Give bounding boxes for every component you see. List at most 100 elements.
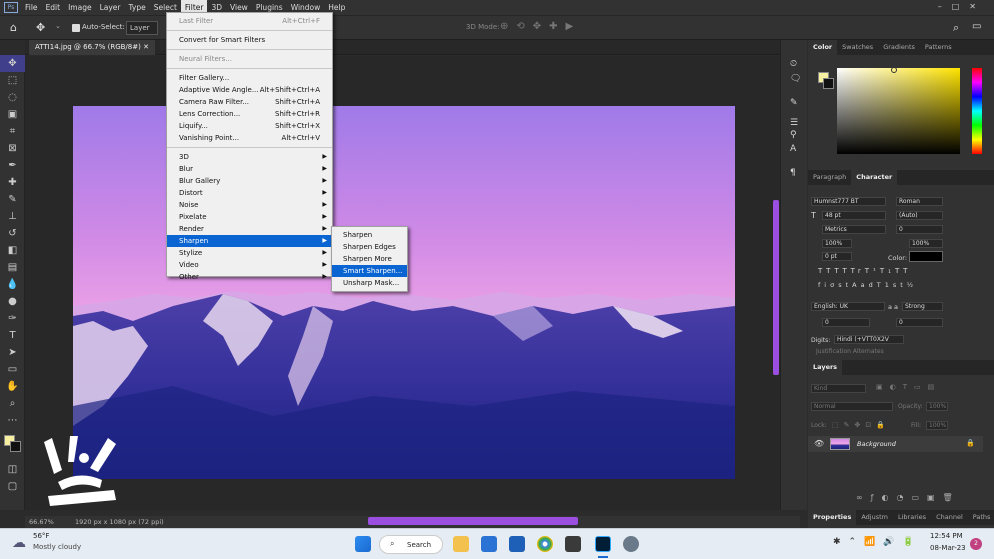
- filter-menu-item-lens-correction[interactable]: Lens Correction... Shift+Ctrl+R: [167, 108, 332, 120]
- tab-gradients[interactable]: Gradients: [878, 40, 920, 55]
- taskbar-search[interactable]: ⌕ Search: [379, 535, 443, 554]
- filter-menu-item-convert-for-smart-filters[interactable]: Convert for Smart Filters: [167, 34, 332, 46]
- clock-date[interactable]: 08-Mar-23: [930, 544, 966, 552]
- menu-type[interactable]: Type: [125, 0, 150, 15]
- clock-time[interactable]: 12:54 PM: [930, 532, 963, 540]
- comments-icon[interactable]: 🗨: [790, 74, 801, 84]
- eraser-tool-icon[interactable]: ◧: [0, 242, 25, 259]
- weather-desc[interactable]: Mostly cloudy: [33, 543, 81, 551]
- workspace-icon[interactable]: ▭: [972, 21, 981, 32]
- blend-mode-select[interactable]: Normal: [811, 402, 893, 411]
- tab-paths[interactable]: Paths: [968, 510, 994, 525]
- filter-menu-item-blur-gallery[interactable]: Blur Gallery ▶: [167, 175, 332, 187]
- path-select-tool-icon[interactable]: ➤: [0, 344, 25, 361]
- background-swatch[interactable]: [823, 78, 834, 89]
- photoshop-taskbar-icon[interactable]: [595, 536, 611, 552]
- zoom-level[interactable]: 66.67%: [29, 518, 54, 526]
- tab-character[interactable]: Character: [851, 170, 898, 185]
- horizontal-scale-field[interactable]: 100%: [909, 239, 943, 248]
- filter-menu-item-blur[interactable]: Blur ▶: [167, 163, 332, 175]
- more-tools-icon[interactable]: ⋯: [0, 412, 25, 429]
- media-app-icon[interactable]: [565, 536, 581, 552]
- filter-menu-item-filter-gallery[interactable]: Filter Gallery...: [167, 72, 332, 84]
- auto-select-checkbox[interactable]: [72, 24, 80, 32]
- filter-menu-item-other[interactable]: Other ▶: [167, 271, 332, 283]
- shape-tool-icon[interactable]: ▭: [0, 361, 25, 378]
- menu-edit[interactable]: Edit: [42, 0, 65, 15]
- filter-menu-item-pixelate[interactable]: Pixelate ▶: [167, 211, 332, 223]
- blur-tool-icon[interactable]: 💧: [0, 276, 25, 293]
- sharpen-item-sharpen[interactable]: Sharpen: [332, 229, 407, 241]
- document-tab[interactable]: ATTI14.jpg @ 66.7% (RGB/8#) ✕: [29, 40, 155, 55]
- healing-brush-icon[interactable]: ✚: [0, 174, 25, 191]
- window-controls[interactable]: –□✕: [938, 2, 986, 11]
- filter-menu-item-sharpen[interactable]: Sharpen ▶: [167, 235, 332, 247]
- windows-start-icon[interactable]: [355, 536, 371, 552]
- baseline-shift-field[interactable]: 0 pt: [822, 252, 852, 261]
- lock-icons[interactable]: ⬚✎✥⊡🔒: [832, 421, 890, 429]
- eye-icon[interactable]: 👁: [814, 439, 824, 448]
- dodge-tool-icon[interactable]: ●: [0, 293, 25, 310]
- menu-file[interactable]: File: [21, 0, 42, 15]
- filter-menu-item-camera-raw-filter[interactable]: Camera Raw Filter... Shift+Ctrl+A: [167, 96, 332, 108]
- word-icon[interactable]: [509, 536, 525, 552]
- leading-field[interactable]: (Auto): [896, 211, 943, 220]
- horizontal-scrollbar[interactable]: [368, 517, 578, 525]
- filter-menu-item-stylize[interactable]: Stylize ▶: [167, 247, 332, 259]
- tab-swatches[interactable]: Swatches: [837, 40, 878, 55]
- anti-alias-select[interactable]: Strong: [902, 302, 943, 311]
- digits-select[interactable]: Hindi (+VTT0X2V: [834, 335, 904, 344]
- marquee-tool-icon[interactable]: ⬚: [0, 72, 25, 89]
- vertical-scrollbar[interactable]: [773, 200, 779, 375]
- adjustments-icon[interactable]: ☰: [790, 118, 798, 128]
- type-tool-icon[interactable]: T: [0, 327, 25, 344]
- vertical-scale-field[interactable]: 100%: [822, 239, 852, 248]
- chrome-icon[interactable]: [537, 536, 553, 552]
- filter-menu-item-3d[interactable]: 3D ▶: [167, 151, 332, 163]
- filter-menu-item-video[interactable]: Video ▶: [167, 259, 332, 271]
- filter-menu-item-liquify[interactable]: Liquify... Shift+Ctrl+X: [167, 120, 332, 132]
- stamp-tool-icon[interactable]: ⊥: [0, 208, 25, 225]
- filter-menu-item-noise[interactable]: Noise ▶: [167, 199, 332, 211]
- layer-row-background[interactable]: 👁 Background 🔒: [808, 436, 983, 452]
- opacity-field[interactable]: 100%: [926, 402, 948, 411]
- font-style-select[interactable]: Roman: [896, 197, 943, 206]
- menu-layer[interactable]: Layer: [96, 0, 125, 15]
- lasso-tool-icon[interactable]: ◌: [0, 89, 25, 106]
- chevron-down-icon[interactable]: ⌄: [55, 22, 61, 30]
- layer-name[interactable]: Background: [857, 440, 896, 448]
- text-color-swatch[interactable]: [909, 251, 943, 262]
- weather-temp[interactable]: 56°F: [33, 532, 49, 540]
- glyphs-icon[interactable]: A: [790, 144, 796, 154]
- history-brush-icon[interactable]: ↺: [0, 225, 25, 242]
- layer-footer-icons[interactable]: ∞ƒ◐◔▭▣🗑: [856, 493, 961, 502]
- filter-menu-item-distort[interactable]: Distort ▶: [167, 187, 332, 199]
- layer-filter-icons[interactable]: ▣◐T▭▤: [876, 383, 941, 391]
- gradient-tool-icon[interactable]: ▤: [0, 259, 25, 276]
- layer-kind-filter[interactable]: Kind: [811, 384, 866, 393]
- tab-libraries[interactable]: Libraries: [893, 510, 931, 525]
- pen-tool-icon[interactable]: ✑: [0, 310, 25, 327]
- filter-menu-item-vanishing-point[interactable]: Vanishing Point... Alt+Ctrl+V: [167, 132, 332, 144]
- filter-menu-item-adaptive-wide-angle[interactable]: Adaptive Wide Angle... Alt+Shift+Ctrl+A: [167, 84, 332, 96]
- 3d-mode-icons[interactable]: ⊕⟲✥✚▶: [500, 21, 581, 32]
- tab-properties[interactable]: Properties: [808, 510, 857, 525]
- tracking-field[interactable]: 0: [896, 225, 943, 234]
- kerning-field[interactable]: Metrics: [822, 225, 886, 234]
- close-icon[interactable]: ✕: [143, 43, 149, 51]
- eyedropper-tool-icon[interactable]: ✒: [0, 157, 25, 174]
- sharpen-item-sharpen-more[interactable]: Sharpen More: [332, 253, 407, 265]
- language-field-1[interactable]: 0: [822, 318, 870, 327]
- hue-slider[interactable]: [972, 68, 982, 154]
- paragraph-styles-icon[interactable]: ¶: [790, 168, 796, 178]
- sharpen-item-smart-sharpen[interactable]: Smart Sharpen...: [332, 265, 407, 277]
- properties-icon[interactable]: ⚲: [790, 130, 797, 140]
- language-field-2[interactable]: 0: [896, 318, 943, 327]
- system-tray-icons[interactable]: ✱⌃📶🔊🔋: [833, 537, 922, 547]
- quick-mask-icon[interactable]: ◫: [0, 461, 25, 478]
- move-tool-icon[interactable]: ✥: [36, 21, 45, 34]
- crop-tool-icon[interactable]: ⌗: [0, 123, 25, 140]
- tab-paragraph[interactable]: Paragraph: [808, 170, 851, 185]
- type-style-buttons[interactable]: TTTTTrT¹T₁TT: [818, 267, 911, 275]
- font-family-select[interactable]: Humnst777 BT: [811, 197, 886, 206]
